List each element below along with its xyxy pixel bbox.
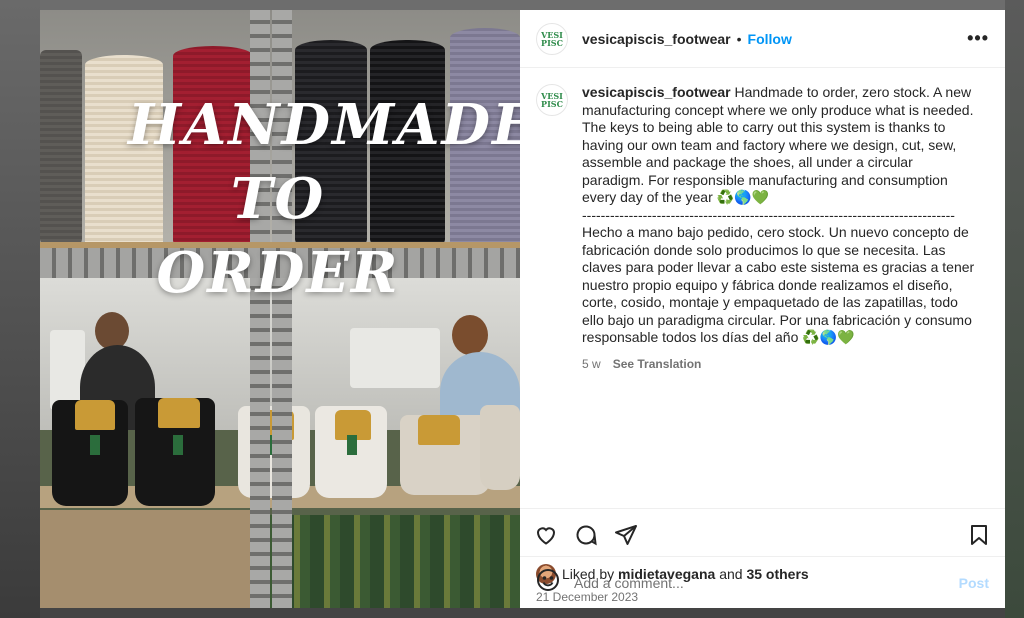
bookmark-icon[interactable] <box>967 523 991 547</box>
separator-dot: • <box>736 30 742 47</box>
post-image[interactable]: HANDMADE TO ORDER <box>40 10 520 608</box>
heart-icon[interactable] <box>534 523 558 547</box>
headline-line-2: TO ORDER <box>156 166 400 306</box>
caption-row: VESI PISC vesicapiscis_footwear Handmade … <box>536 84 989 371</box>
comment-icon[interactable] <box>574 523 598 547</box>
image-headline: HANDMADE TO ORDER <box>128 88 520 310</box>
brand-logo-icon: VESI PISC <box>541 91 563 109</box>
caption-content: Handmade to order, zero stock. A new man… <box>582 84 975 345</box>
comments-area: VESI PISC vesicapiscis_footwear Handmade … <box>520 68 1005 508</box>
caption-avatar[interactable]: VESI PISC <box>536 84 568 116</box>
post-modal: HANDMADE TO ORDER VESI PISC vesicapiscis_… <box>40 10 1005 608</box>
post-comment-button[interactable]: Post <box>959 575 989 591</box>
caption-body: vesicapiscis_footwear Handmade to order,… <box>582 84 977 371</box>
share-icon[interactable] <box>614 523 638 547</box>
more-options-icon[interactable]: ••• <box>967 28 989 49</box>
author-username[interactable]: vesicapiscis_footwear <box>582 31 731 47</box>
add-comment-bar: Post <box>520 556 1005 608</box>
post-age[interactable]: 5 w <box>582 357 601 371</box>
brand-logo-icon: VESI PISC <box>541 29 563 48</box>
caption-username[interactable]: vesicapiscis_footwear <box>582 84 731 100</box>
see-translation-button[interactable]: See Translation <box>613 357 702 371</box>
post-header: VESI PISC vesicapiscis_footwear • Follow … <box>520 10 1005 68</box>
caption-text: vesicapiscis_footwear Handmade to order,… <box>582 84 977 347</box>
comment-input[interactable] <box>574 574 959 591</box>
post-details-panel: VESI PISC vesicapiscis_footwear • Follow … <box>520 10 1005 608</box>
author-avatar[interactable]: VESI PISC <box>536 22 568 55</box>
caption-meta: 5 w See Translation <box>582 357 977 371</box>
emoji-icon[interactable] <box>536 568 560 597</box>
follow-button[interactable]: Follow <box>748 31 792 47</box>
action-bar <box>520 508 1005 560</box>
headline-line-1: HANDMADE <box>128 92 520 158</box>
